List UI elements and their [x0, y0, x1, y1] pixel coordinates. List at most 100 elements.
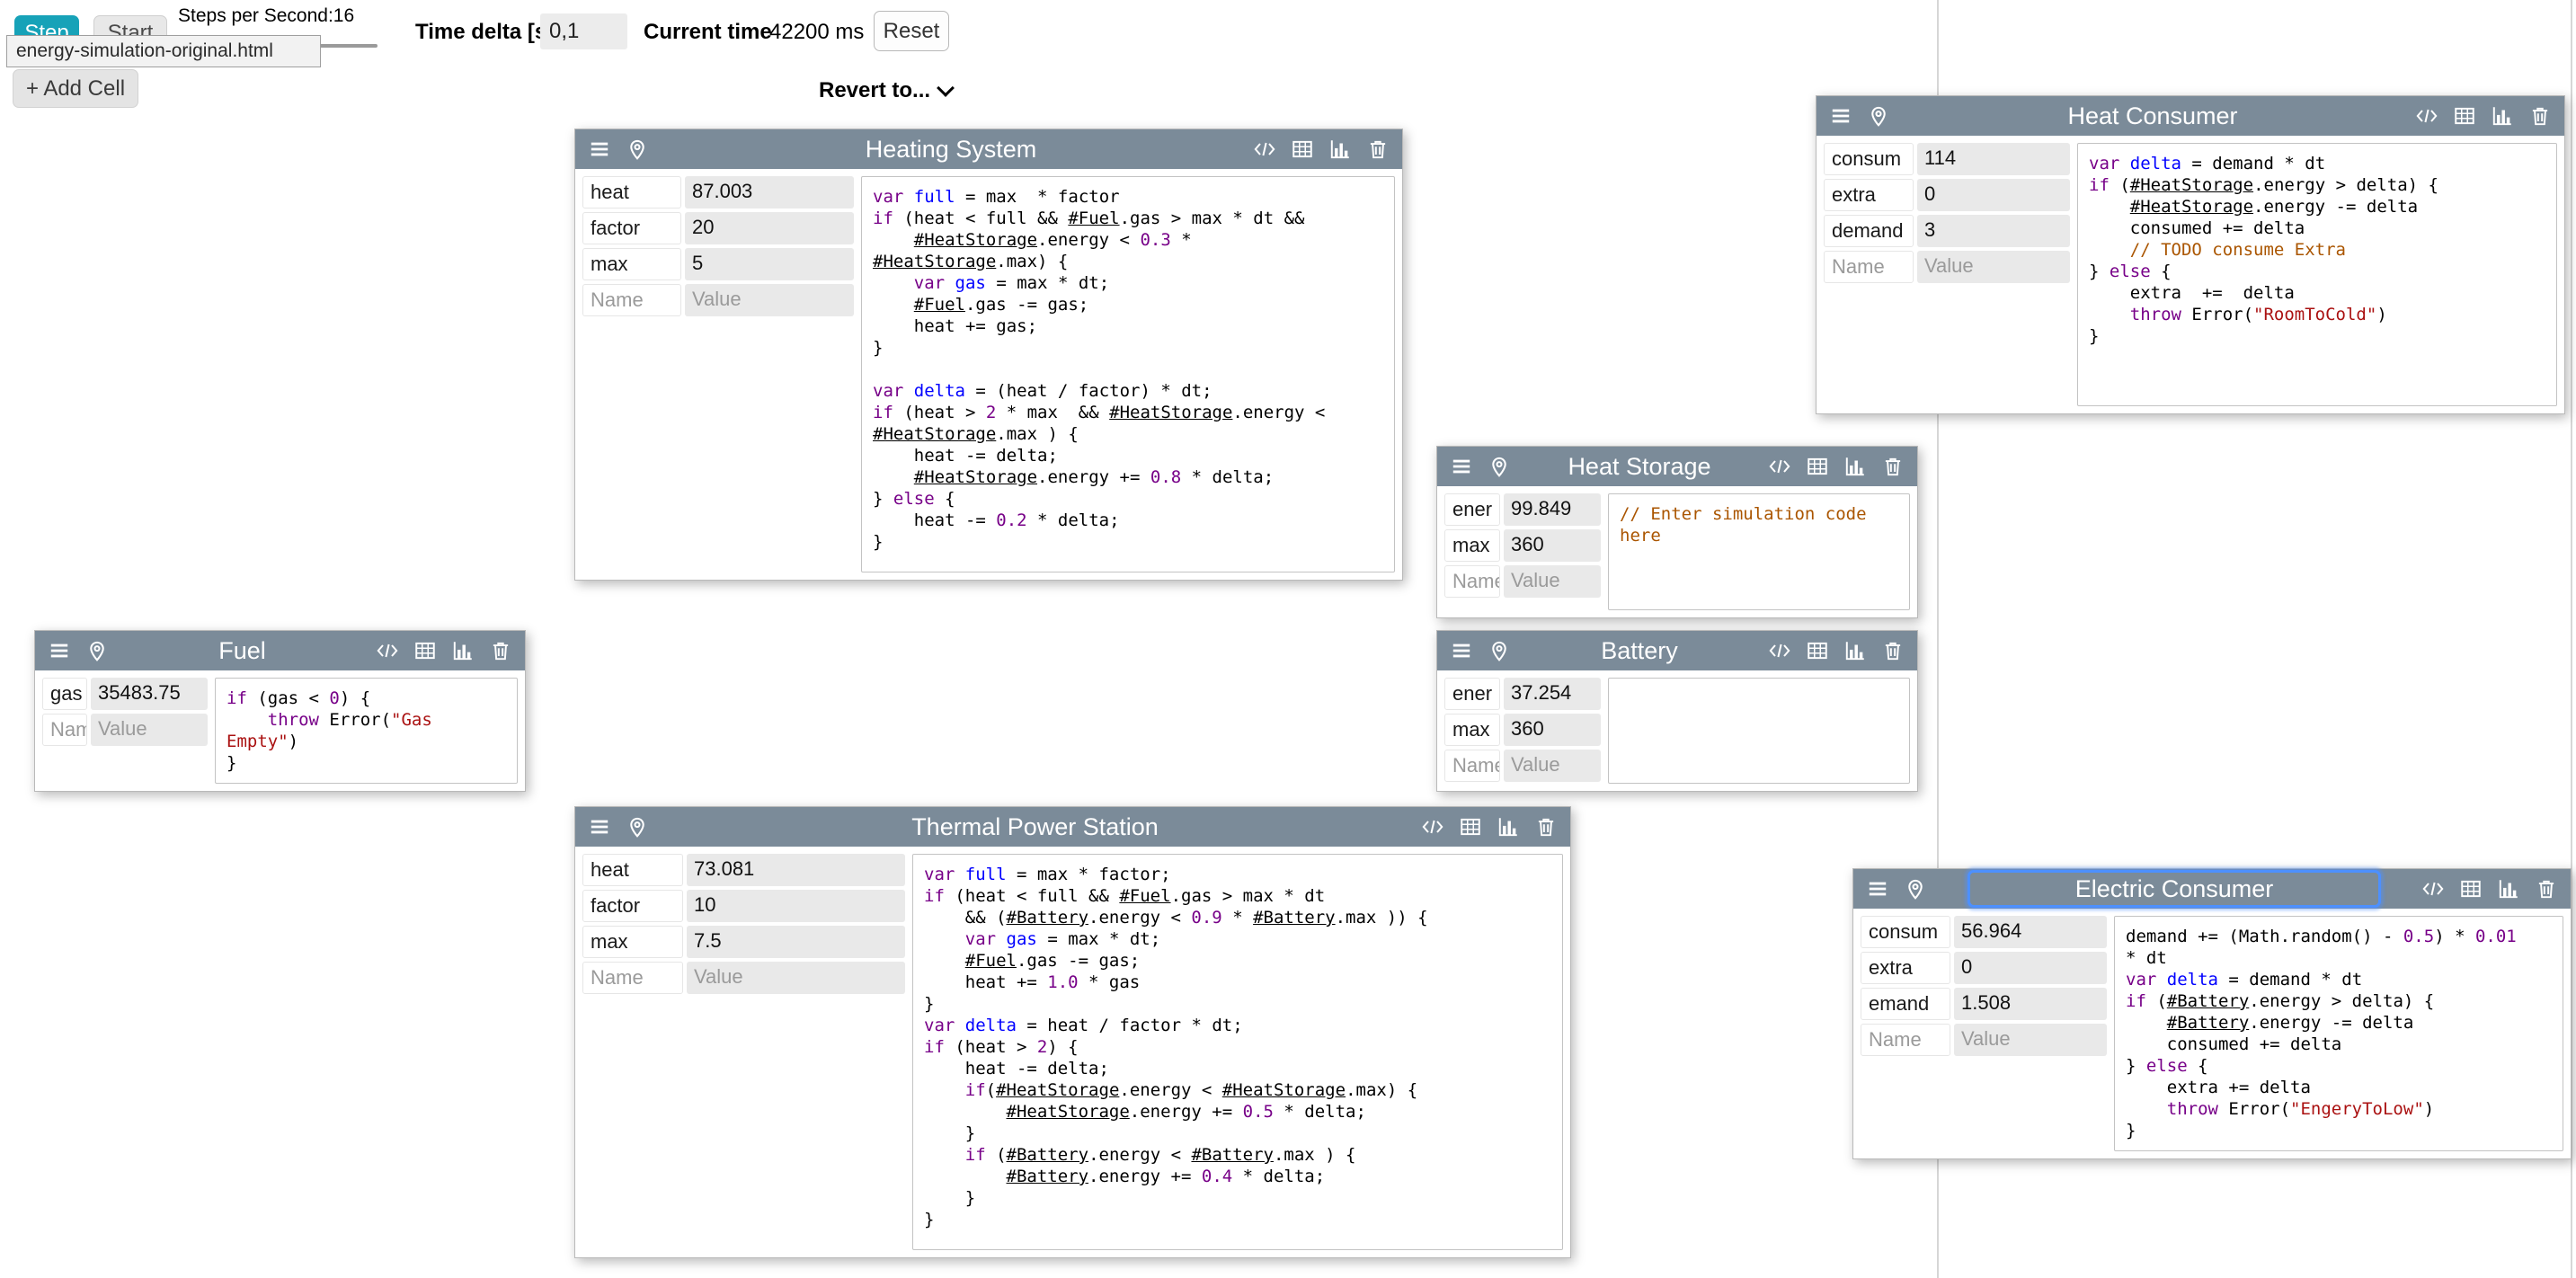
- param-value-input[interactable]: 35483.75: [91, 678, 208, 710]
- param-value-input[interactable]: 1.508: [1954, 988, 2107, 1020]
- param-name-input[interactable]: ener: [1444, 493, 1500, 526]
- param-value-input[interactable]: Value: [687, 962, 905, 994]
- param-name-input[interactable]: factor: [582, 212, 681, 244]
- chart-icon[interactable]: [1842, 637, 1869, 664]
- card-title[interactable]: Heating System: [662, 136, 1240, 164]
- table-icon[interactable]: [2451, 102, 2478, 129]
- param-name-input[interactable]: Name: [1444, 750, 1500, 782]
- card-title[interactable]: Fuel: [121, 637, 363, 665]
- param-value-input[interactable]: 10: [687, 890, 905, 922]
- param-name-input[interactable]: heat: [582, 854, 683, 886]
- param-name-input[interactable]: Name: [582, 962, 683, 994]
- param-value-input[interactable]: 360: [1504, 714, 1601, 746]
- code-editor[interactable]: demand += (Math.random() - 0.5) * 0.01* …: [2114, 916, 2563, 1151]
- trash-icon[interactable]: [1364, 136, 1391, 163]
- reset-button[interactable]: Reset: [874, 11, 949, 51]
- code-editor[interactable]: // Enter simulation codehere: [1608, 493, 1910, 610]
- param-name-input[interactable]: gas: [42, 678, 87, 710]
- menu-icon[interactable]: [1864, 875, 1891, 902]
- pin-icon[interactable]: [1902, 875, 1929, 902]
- param-name-input[interactable]: max: [582, 926, 683, 958]
- trash-icon[interactable]: [2533, 875, 2560, 902]
- add-cell-button[interactable]: + Add Cell: [13, 69, 138, 108]
- menu-icon[interactable]: [1827, 102, 1854, 129]
- trash-icon[interactable]: [1879, 453, 1906, 480]
- menu-icon[interactable]: [586, 813, 613, 840]
- trash-icon[interactable]: [2527, 102, 2554, 129]
- trash-icon[interactable]: [1532, 813, 1559, 840]
- param-value-input[interactable]: 3: [1917, 215, 2070, 247]
- param-name-input[interactable]: Name: [1861, 1024, 1950, 1056]
- pin-icon[interactable]: [84, 637, 111, 664]
- code-icon[interactable]: [2420, 875, 2447, 902]
- param-value-input[interactable]: 360: [1504, 529, 1601, 562]
- param-value-input[interactable]: Value: [91, 714, 208, 746]
- chart-icon[interactable]: [2489, 102, 2516, 129]
- menu-icon[interactable]: [1448, 453, 1475, 480]
- trash-icon[interactable]: [1879, 637, 1906, 664]
- time-delta-input[interactable]: 0,1: [540, 13, 627, 49]
- param-name-input[interactable]: max: [1444, 714, 1500, 746]
- code-icon[interactable]: [1251, 136, 1278, 163]
- param-value-input[interactable]: Value: [1954, 1024, 2107, 1056]
- table-icon[interactable]: [1804, 453, 1831, 480]
- param-value-input[interactable]: Value: [1917, 251, 2070, 283]
- param-name-input[interactable]: demand: [1824, 215, 1914, 247]
- param-value-input[interactable]: 37.254: [1504, 678, 1601, 710]
- param-name-input[interactable]: Name: [1444, 565, 1500, 598]
- code-editor[interactable]: var full = max * factor;if (heat < full …: [912, 854, 1563, 1250]
- param-value-input[interactable]: 0: [1917, 179, 2070, 211]
- pin-icon[interactable]: [624, 813, 651, 840]
- param-value-input[interactable]: Value: [1504, 750, 1601, 782]
- param-name-input[interactable]: factor: [582, 890, 683, 922]
- param-value-input[interactable]: 0: [1954, 952, 2107, 984]
- card-title[interactable]: Heat Storage: [1523, 453, 1755, 481]
- code-icon[interactable]: [1419, 813, 1446, 840]
- code-editor[interactable]: if (gas < 0) { throw Error("GasEmpty")}: [215, 678, 518, 784]
- code-icon[interactable]: [374, 637, 401, 664]
- table-icon[interactable]: [1457, 813, 1484, 840]
- code-icon[interactable]: [1766, 637, 1793, 664]
- param-name-input[interactable]: emand: [1861, 988, 1950, 1020]
- code-icon[interactable]: [2413, 102, 2440, 129]
- card-title[interactable]: Heat Consumer: [1903, 102, 2403, 130]
- chart-icon[interactable]: [449, 637, 476, 664]
- param-value-input[interactable]: 99.849: [1504, 493, 1601, 526]
- code-editor[interactable]: var delta = demand * dtif (#HeatStorage.…: [2077, 143, 2557, 406]
- card-title[interactable]: Thermal Power Station: [662, 813, 1408, 841]
- param-value-input[interactable]: 73.081: [687, 854, 905, 886]
- param-name-input[interactable]: Name: [42, 714, 87, 746]
- chart-icon[interactable]: [1327, 136, 1354, 163]
- pin-icon[interactable]: [1865, 102, 1892, 129]
- pin-icon[interactable]: [624, 136, 651, 163]
- param-value-input[interactable]: 87.003: [685, 176, 854, 209]
- param-name-input[interactable]: consum: [1824, 143, 1914, 175]
- param-name-input[interactable]: extra: [1861, 952, 1950, 984]
- pin-icon[interactable]: [1486, 453, 1513, 480]
- chart-icon[interactable]: [1495, 813, 1522, 840]
- code-editor[interactable]: var full = max * factorif (heat < full &…: [861, 176, 1395, 572]
- param-name-input[interactable]: heat: [582, 176, 681, 209]
- param-value-input[interactable]: Value: [685, 284, 854, 316]
- param-name-input[interactable]: ener: [1444, 678, 1500, 710]
- param-name-input[interactable]: consum: [1861, 916, 1950, 948]
- param-value-input[interactable]: 114: [1917, 143, 2070, 175]
- trash-icon[interactable]: [487, 637, 514, 664]
- param-name-input[interactable]: max: [1444, 529, 1500, 562]
- chart-icon[interactable]: [1842, 453, 1869, 480]
- param-value-input[interactable]: Value: [1504, 565, 1601, 598]
- table-icon[interactable]: [1804, 637, 1831, 664]
- code-icon[interactable]: [1766, 453, 1793, 480]
- code-editor[interactable]: [1608, 678, 1910, 784]
- param-name-input[interactable]: Name: [1824, 251, 1914, 283]
- param-value-input[interactable]: 56.964: [1954, 916, 2107, 948]
- menu-icon[interactable]: [586, 136, 613, 163]
- card-title[interactable]: Electric Consumer: [1970, 873, 2378, 905]
- param-value-input[interactable]: 20: [685, 212, 854, 244]
- chart-icon[interactable]: [2495, 875, 2522, 902]
- menu-icon[interactable]: [1448, 637, 1475, 664]
- param-name-input[interactable]: max: [582, 248, 681, 280]
- param-name-input[interactable]: extra: [1824, 179, 1914, 211]
- card-title[interactable]: Battery: [1523, 637, 1755, 665]
- pin-icon[interactable]: [1486, 637, 1513, 664]
